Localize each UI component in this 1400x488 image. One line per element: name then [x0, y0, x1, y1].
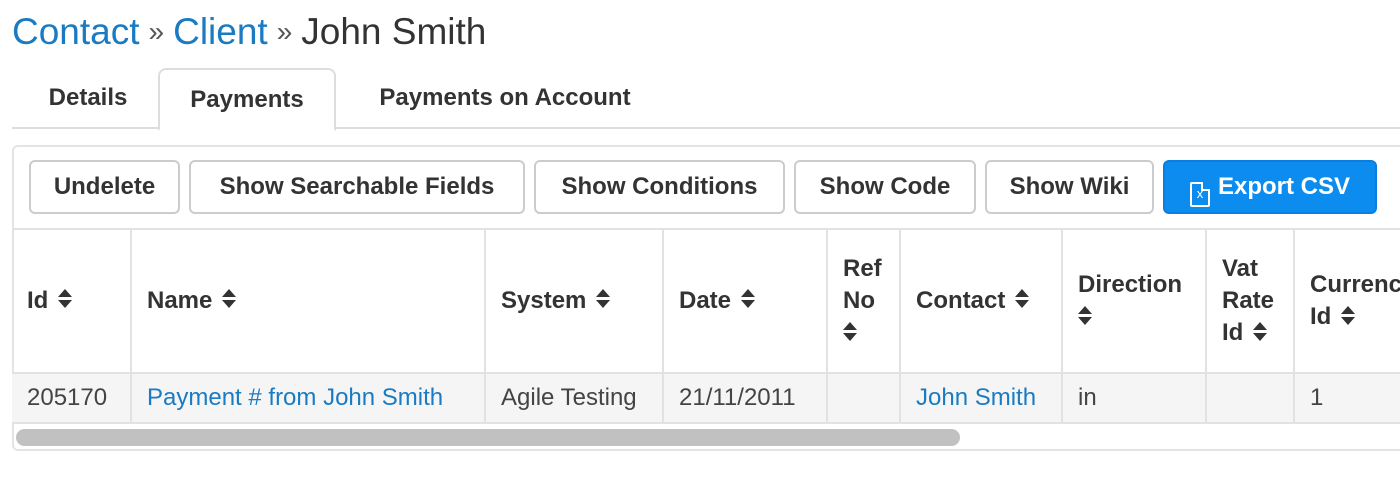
breadcrumb: Contact » Client » John Smith — [12, 10, 486, 54]
breadcrumb-link-client[interactable]: Client — [173, 11, 268, 52]
cell-vat-rate-id — [1207, 372, 1295, 424]
column-header-label: Name — [147, 287, 213, 314]
show-code-button[interactable]: Show Code — [794, 160, 976, 214]
page-title: John Smith — [301, 11, 487, 52]
sort-icon[interactable] — [843, 321, 857, 343]
show-searchable-fields-button[interactable]: Show Searchable Fields — [189, 160, 525, 214]
excel-file-icon: x — [1189, 182, 1210, 207]
column-header-label: Vat — [1222, 255, 1259, 282]
cell-currency-id: 1 — [1295, 372, 1400, 424]
column-header-label: Id — [1222, 319, 1244, 346]
export-csv-label: Export CSV — [1217, 173, 1351, 200]
cell-direction: in — [1063, 372, 1207, 424]
column-header-label: Direction — [1078, 271, 1183, 298]
tab-bar: Details Payments Payments on Account — [12, 68, 1400, 131]
cell-name-link[interactable]: Payment # from John Smith — [132, 372, 486, 424]
breadcrumb-separator: » — [148, 16, 165, 47]
column-header-label: Ref — [843, 255, 882, 282]
cell-system: Agile Testing — [486, 372, 664, 424]
column-header-currency-id[interactable]: Currenc Id — [1295, 230, 1400, 372]
horizontal-scrollbar[interactable] — [16, 429, 960, 446]
breadcrumb-separator: » — [276, 16, 293, 47]
column-header-label: System — [501, 287, 587, 314]
column-header-label: Id — [1310, 303, 1332, 330]
sort-icon[interactable] — [741, 288, 756, 310]
cell-ref-no — [828, 372, 901, 424]
column-header-label: Rate — [1222, 287, 1275, 314]
column-header-label: No — [843, 287, 875, 314]
tab-details[interactable]: Details — [18, 68, 158, 129]
cell-id: 205170 — [12, 372, 132, 424]
cell-date: 21/11/2011 — [664, 372, 828, 424]
data-table: Id Name System Date Ref No Contact Direc… — [12, 228, 1400, 424]
sort-icon[interactable] — [1078, 305, 1092, 327]
sort-icon[interactable] — [58, 288, 73, 310]
column-header-name[interactable]: Name — [132, 230, 486, 372]
cell-contact-link[interactable]: John Smith — [901, 372, 1063, 424]
tab-payments-on-account[interactable]: Payments on Account — [350, 68, 660, 129]
sort-icon[interactable] — [1341, 305, 1356, 327]
column-header-ref-no[interactable]: Ref No — [828, 230, 901, 372]
sort-icon[interactable] — [1253, 321, 1268, 343]
tab-payments[interactable]: Payments — [158, 68, 336, 131]
undelete-button[interactable]: Undelete — [29, 160, 180, 214]
column-header-label: Currenc — [1310, 271, 1400, 298]
column-header-direction[interactable]: Direction — [1063, 230, 1207, 372]
column-header-label: Date — [679, 287, 732, 314]
export-csv-button[interactable]: x Export CSV — [1163, 160, 1377, 214]
column-header-date[interactable]: Date — [664, 230, 828, 372]
sort-icon[interactable] — [222, 288, 237, 310]
show-wiki-button[interactable]: Show Wiki — [985, 160, 1154, 214]
column-header-label: Contact — [916, 287, 1006, 314]
column-header-id[interactable]: Id — [12, 230, 132, 372]
column-header-vat-rate-id[interactable]: Vat Rate Id — [1207, 230, 1295, 372]
column-header-contact[interactable]: Contact — [901, 230, 1063, 372]
column-header-label: Id — [27, 287, 49, 314]
breadcrumb-link-contact[interactable]: Contact — [12, 11, 140, 52]
sort-icon[interactable] — [1015, 288, 1030, 310]
show-conditions-button[interactable]: Show Conditions — [534, 160, 785, 214]
sort-icon[interactable] — [596, 288, 611, 310]
column-header-system[interactable]: System — [486, 230, 664, 372]
